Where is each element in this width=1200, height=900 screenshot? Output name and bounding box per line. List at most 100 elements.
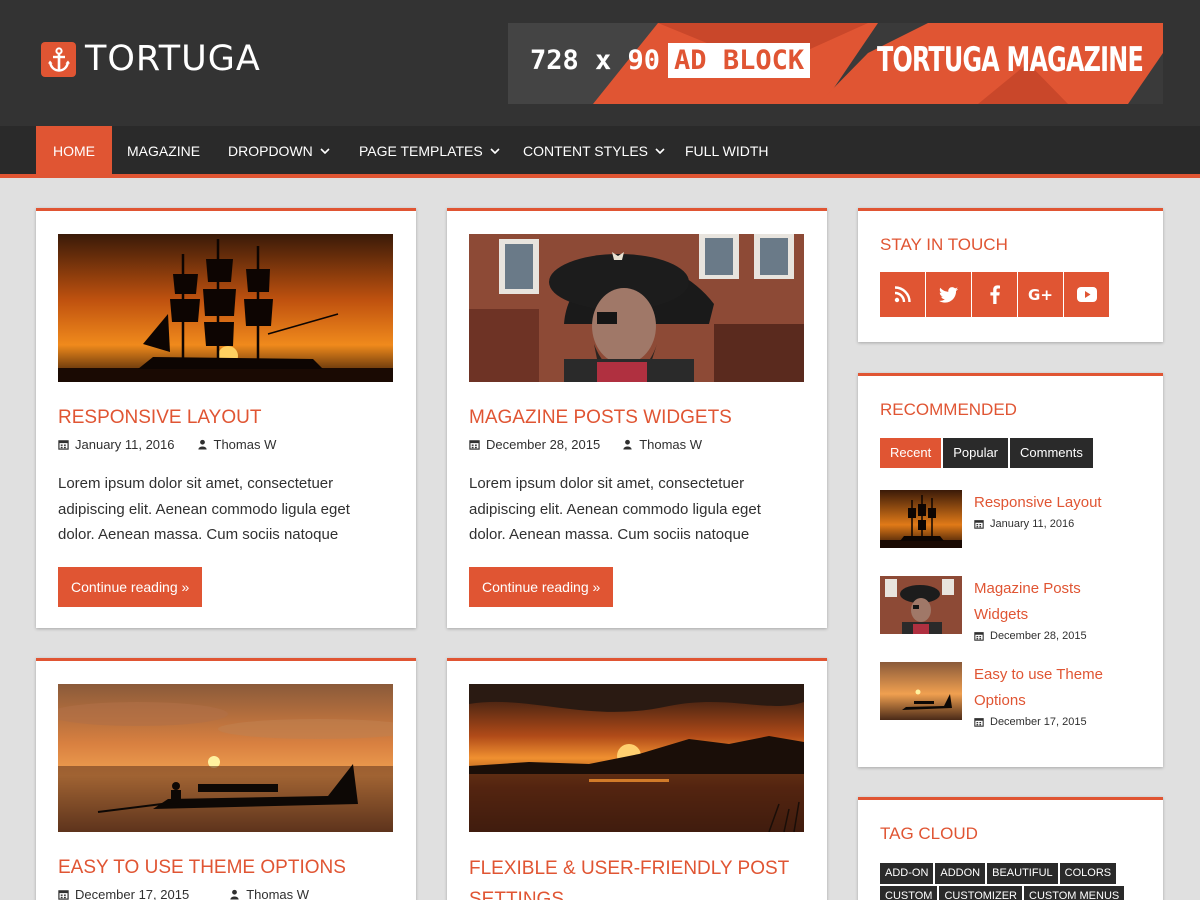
calendar-icon bbox=[58, 439, 69, 450]
list-item: Responsive Layout January 11, 2016 bbox=[880, 490, 1124, 548]
ad-size-text: 728 x 90 bbox=[530, 45, 661, 76]
tall-ship-sunset-image[interactable] bbox=[58, 234, 393, 382]
tag-link[interactable]: CUSTOM MENUS bbox=[1024, 886, 1125, 900]
post-date[interactable]: December 28, 2015 bbox=[486, 437, 600, 452]
recommended-tabs: Recent Popular Comments bbox=[880, 438, 1095, 468]
recommended-widget: RECOMMENDED Recent Popular Comments Resp… bbox=[858, 373, 1163, 767]
recommended-post-meta: January 11, 2016 bbox=[974, 518, 1124, 530]
nav-item-home[interactable]: HOME bbox=[36, 126, 112, 174]
nav-label: HOME bbox=[53, 143, 95, 159]
recommended-post-meta: December 28, 2015 bbox=[974, 630, 1124, 642]
recommended-post-meta: December 17, 2015 bbox=[974, 716, 1124, 728]
list-item: Magazine Posts Widgets December 28, 2015 bbox=[880, 576, 1124, 642]
recommended-post-title[interactable]: Magazine Posts Widgets bbox=[974, 576, 1124, 628]
author-name: Thomas W bbox=[246, 887, 310, 900]
tall-ship-sunset-thumbnail[interactable] bbox=[880, 490, 962, 548]
recommended-post-date[interactable]: December 28, 2015 bbox=[990, 630, 1087, 642]
post-title[interactable]: MAGAZINE POSTS WIDGETS bbox=[469, 407, 732, 429]
recommended-post-date[interactable]: December 17, 2015 bbox=[990, 716, 1087, 728]
social-icons: G+ bbox=[880, 272, 1110, 317]
user-icon bbox=[197, 439, 208, 450]
tag-link[interactable]: BEAUTIFUL bbox=[987, 863, 1058, 884]
chevron-down-icon bbox=[320, 148, 330, 154]
post-card: RESPONSIVE LAYOUT January 11, 2016 Thoma… bbox=[36, 208, 416, 628]
site-header: TORTUGA 728 x 90 AD BLOCK TORTUGA MAGAZI… bbox=[0, 0, 1200, 126]
main-navigation: HOME MAGAZINE DROPDOWN PAGE TEMPLATES CO… bbox=[0, 126, 1200, 178]
post-author[interactable]: Thomas W bbox=[622, 437, 702, 452]
user-icon bbox=[229, 889, 240, 900]
tab-popular[interactable]: Popular bbox=[943, 438, 1009, 468]
tag-cloud-widget: TAG CLOUD ADD-ON ADDON BEAUTIFUL COLORS … bbox=[858, 797, 1163, 900]
post-card: EASY TO USE THEME OPTIONS December 17, 2… bbox=[36, 658, 416, 900]
calendar-icon bbox=[974, 631, 984, 641]
calendar-icon bbox=[469, 439, 480, 450]
boat-sunset-image[interactable] bbox=[58, 684, 393, 832]
author-name: Thomas W bbox=[213, 437, 277, 452]
ad-banner[interactable]: 728 x 90 AD BLOCK TORTUGA MAGAZINE bbox=[508, 23, 1163, 104]
post-author[interactable]: Thomas W bbox=[197, 437, 277, 452]
ad-brand-text: TORTUGA MAGAZINE bbox=[877, 40, 1144, 80]
post-date[interactable]: January 11, 2016 bbox=[75, 437, 175, 452]
post-author[interactable]: Thomas W bbox=[229, 887, 309, 900]
post-meta: December 28, 2015 Thomas W bbox=[469, 437, 702, 452]
stay-in-touch-widget: STAY IN TOUCH G+ bbox=[858, 208, 1163, 342]
list-item: Easy to use Theme Options December 17, 2… bbox=[880, 662, 1124, 728]
nav-item-dropdown[interactable]: DROPDOWN bbox=[211, 126, 347, 174]
widget-title: TAG CLOUD bbox=[880, 824, 978, 843]
post-title[interactable]: RESPONSIVE LAYOUT bbox=[58, 407, 261, 429]
tag-link[interactable]: CUSTOM bbox=[880, 886, 938, 900]
widget-title: RECOMMENDED bbox=[880, 400, 1017, 419]
post-card: MAGAZINE POSTS WIDGETS December 28, 2015… bbox=[447, 208, 827, 628]
continue-reading-button[interactable]: Continue reading » bbox=[58, 567, 203, 607]
chevron-down-icon bbox=[490, 148, 500, 154]
user-icon bbox=[622, 439, 633, 450]
continue-reading-button[interactable]: Continue reading » bbox=[469, 567, 614, 607]
post-card: FLEXIBLE & USER-FRIENDLY POST SETTINGS bbox=[447, 658, 827, 900]
post-title[interactable]: EASY TO USE THEME OPTIONS bbox=[58, 857, 346, 879]
boat-sunset-thumbnail[interactable] bbox=[880, 662, 962, 720]
ad-block-highlight: AD BLOCK bbox=[668, 43, 811, 78]
widget-title: STAY IN TOUCH bbox=[880, 235, 1008, 254]
nav-item-page-templates[interactable]: PAGE TEMPLATES bbox=[342, 126, 517, 174]
calendar-icon bbox=[58, 889, 69, 900]
nav-item-full-width[interactable]: FULL WIDTH bbox=[668, 126, 785, 174]
post-meta: January 11, 2016 Thomas W bbox=[58, 437, 276, 452]
recommended-post-date[interactable]: January 11, 2016 bbox=[990, 518, 1074, 530]
mountain-sunset-image[interactable] bbox=[469, 684, 804, 832]
recommended-post-title[interactable]: Responsive Layout bbox=[974, 490, 1124, 516]
ad-size-label: 728 x 90 AD BLOCK bbox=[530, 43, 811, 78]
post-title[interactable]: FLEXIBLE & USER-FRIENDLY POST SETTINGS bbox=[469, 853, 799, 900]
post-date[interactable]: December 17, 2015 bbox=[75, 887, 189, 900]
twitter-icon[interactable] bbox=[926, 272, 971, 317]
tag-link[interactable]: CUSTOMIZER bbox=[939, 886, 1022, 900]
tag-list: ADD-ON ADDON BEAUTIFUL COLORS CUSTOM CUS… bbox=[880, 863, 1140, 900]
nav-item-content-styles[interactable]: CONTENT STYLES bbox=[506, 126, 682, 174]
nav-label: FULL WIDTH bbox=[685, 143, 769, 159]
nav-label: DROPDOWN bbox=[228, 143, 313, 159]
rss-icon[interactable] bbox=[880, 272, 925, 317]
post-excerpt: Lorem ipsum dolor sit amet, consectetuer… bbox=[469, 475, 761, 543]
nav-label: MAGAZINE bbox=[127, 143, 201, 159]
nav-label: PAGE TEMPLATES bbox=[359, 143, 483, 159]
tag-link[interactable]: COLORS bbox=[1059, 863, 1117, 884]
calendar-icon bbox=[974, 717, 984, 727]
tab-comments[interactable]: Comments bbox=[1010, 438, 1093, 468]
youtube-icon[interactable] bbox=[1064, 272, 1109, 317]
calendar-icon bbox=[974, 519, 984, 529]
chevron-down-icon bbox=[655, 148, 665, 154]
facebook-icon[interactable] bbox=[972, 272, 1017, 317]
post-meta: December 17, 2015 Thomas W bbox=[58, 887, 309, 900]
author-name: Thomas W bbox=[639, 437, 703, 452]
site-logo[interactable]: TORTUGA bbox=[41, 42, 261, 77]
tab-recent[interactable]: Recent bbox=[880, 438, 942, 468]
pirate-statue-thumbnail[interactable] bbox=[880, 576, 962, 634]
site-name: TORTUGA bbox=[85, 39, 261, 79]
google-plus-icon[interactable]: G+ bbox=[1018, 272, 1063, 317]
tag-link[interactable]: ADD-ON bbox=[880, 863, 934, 884]
nav-item-magazine[interactable]: MAGAZINE bbox=[110, 126, 217, 174]
pirate-statue-image[interactable] bbox=[469, 234, 804, 382]
tag-link[interactable]: ADDON bbox=[935, 863, 986, 884]
anchor-icon bbox=[41, 42, 76, 77]
recommended-post-title[interactable]: Easy to use Theme Options bbox=[974, 662, 1124, 714]
nav-label: CONTENT STYLES bbox=[523, 143, 648, 159]
